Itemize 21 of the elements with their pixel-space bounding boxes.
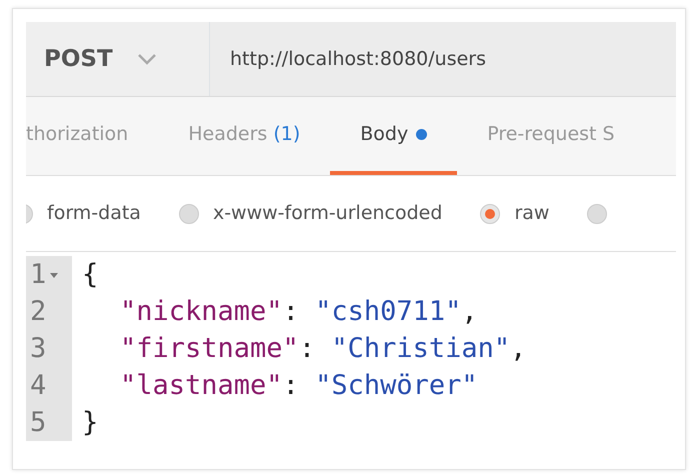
line-number: 2 [30, 295, 48, 329]
radio-label[interactable]: x-www-form-urlencoded [212, 199, 442, 228]
radio-label[interactable]: raw [514, 199, 550, 228]
code-line: } [81, 406, 100, 440]
tab[interactable]: Headers (1) [158, 97, 330, 175]
tab[interactable]: Body [330, 97, 458, 175]
code-line: "lastname": "Schwörer" [119, 369, 479, 403]
url-field[interactable]: http://localhost:8080/users [210, 22, 676, 96]
radio-button[interactable] [480, 204, 500, 224]
code-line: "firstname": "Christian", [119, 332, 526, 366]
line-number: 1 [30, 256, 72, 293]
chevron-down-icon [136, 53, 157, 65]
radio-label[interactable]: form-data [47, 199, 141, 228]
line-number: 3 [30, 332, 48, 366]
fold-caret-icon[interactable] [50, 272, 58, 279]
radio-button[interactable] [587, 204, 608, 224]
line-number: 5 [30, 406, 48, 440]
line-number: 4 [30, 369, 48, 403]
code-line: "nickname": "csh0711", [119, 295, 479, 329]
radio-button[interactable] [178, 204, 199, 224]
code-line: { [81, 258, 100, 292]
